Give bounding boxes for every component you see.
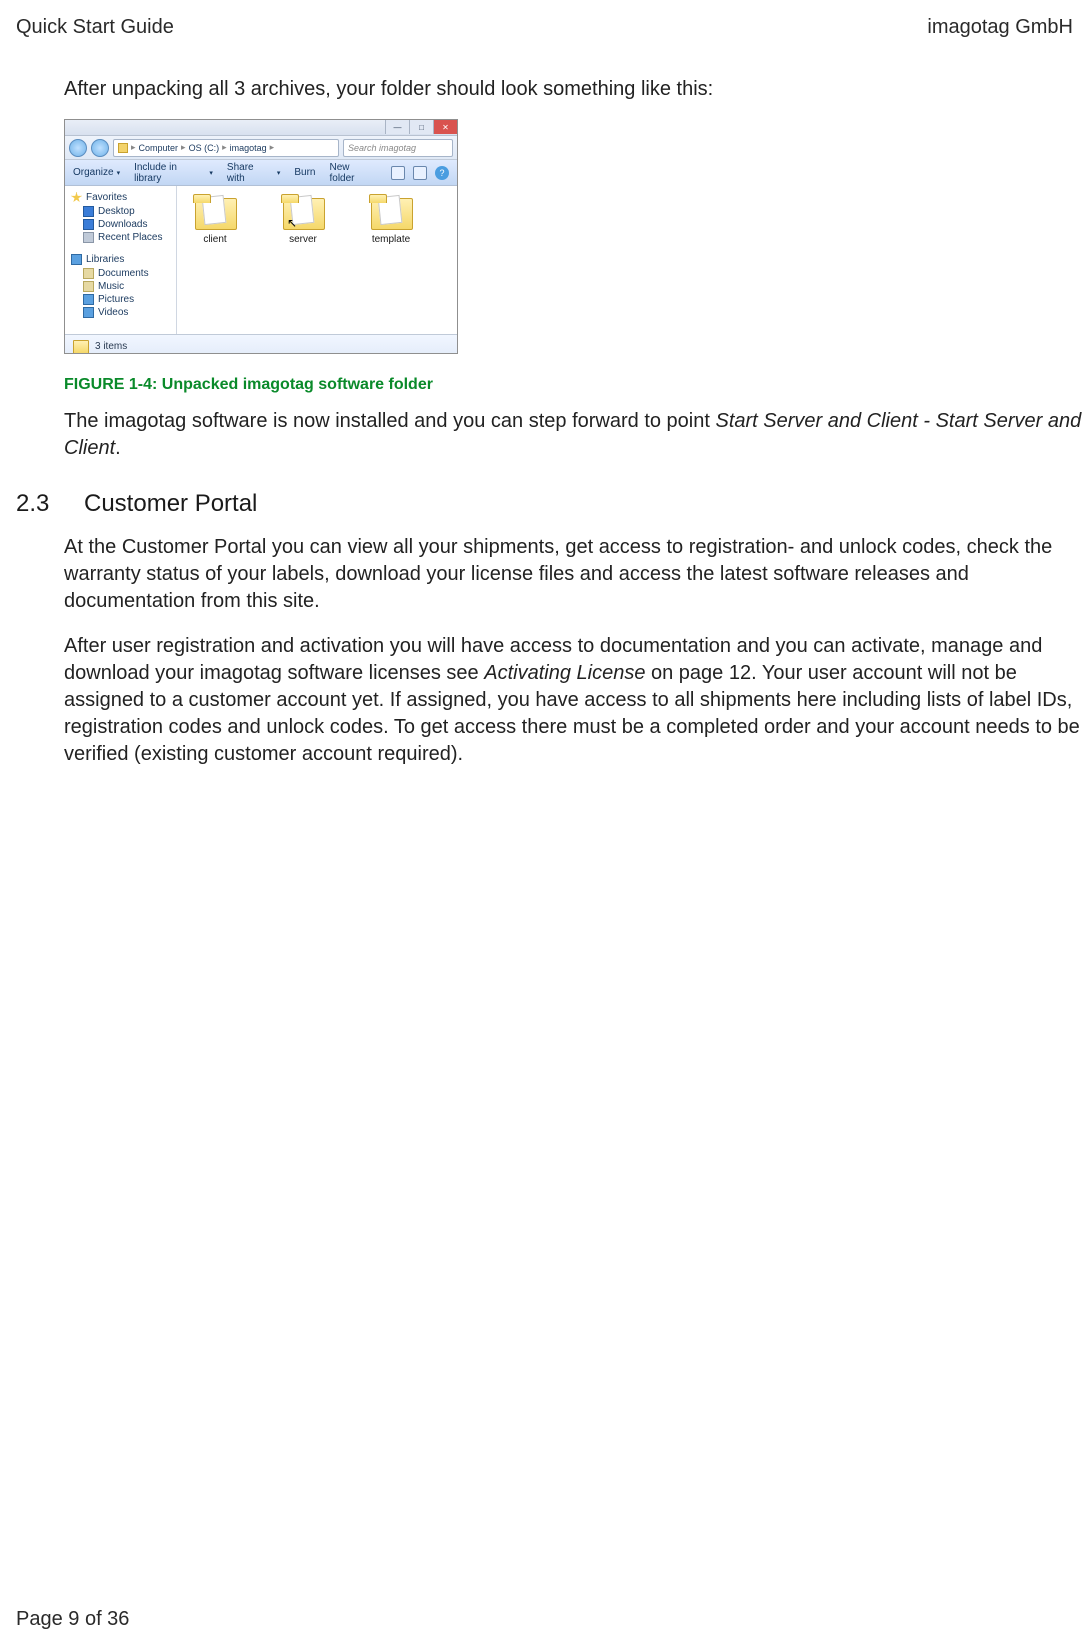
page-footer: Page 9 of 36 <box>16 1608 129 1631</box>
sidebar-music[interactable]: Music <box>65 280 176 293</box>
portal-paragraph-2: After user registration and activation y… <box>64 633 1089 768</box>
videos-icon <box>83 307 94 318</box>
toolbar-share-label: Share with <box>227 162 274 184</box>
view-options-icon[interactable] <box>391 166 405 180</box>
preview-pane-icon[interactable] <box>413 166 427 180</box>
folder-template-label: template <box>372 234 410 245</box>
cursor-icon: ↖ <box>287 216 297 230</box>
sidebar-libraries-header[interactable]: Libraries <box>65 252 176 267</box>
sidebar-recent-label: Recent Places <box>98 232 162 243</box>
figure-explorer-window: — □ ✕ ▸ Computer ▸ OS (C:) ▸ <box>64 119 458 354</box>
sidebar-videos-label: Videos <box>98 307 128 318</box>
breadcrumb-sep: ▸ <box>131 142 136 153</box>
portal-p2-ital: Activating License <box>484 662 645 684</box>
toolbar-include[interactable]: Include in library▾ <box>134 162 213 184</box>
search-input[interactable]: Search imagotag <box>343 139 453 157</box>
documents-icon <box>83 268 94 279</box>
address-bar[interactable]: ▸ Computer ▸ OS (C:) ▸ imagotag ▸ <box>113 139 339 157</box>
section-title: Customer Portal <box>84 490 257 518</box>
breadcrumb-osc[interactable]: OS (C:) <box>189 143 220 153</box>
status-folder-icon <box>73 340 89 354</box>
folder-icon <box>118 143 128 153</box>
sidebar-downloads[interactable]: Downloads <box>65 218 176 231</box>
paragraph-installed-a: The imagotag software is now installed a… <box>64 410 715 432</box>
caret-down-icon: ▾ <box>209 169 213 177</box>
nav-forward-button[interactable] <box>91 139 109 157</box>
sidebar-recent[interactable]: Recent Places <box>65 231 176 244</box>
file-pane[interactable]: client server template ↖ <box>177 186 457 334</box>
status-item-count: 3 items <box>95 341 127 352</box>
caret-down-icon: ▾ <box>277 169 281 177</box>
star-icon <box>71 192 82 203</box>
folder-template[interactable]: template <box>361 194 421 245</box>
figure-caption: FIGURE 1-4: Unpacked imagotag software f… <box>64 376 1089 394</box>
sidebar-favorites-header[interactable]: Favorites <box>65 190 176 205</box>
breadcrumb-sep: ▸ <box>181 142 186 153</box>
window-titlebar: — □ ✕ <box>65 120 457 136</box>
portal-paragraph-1: At the Customer Portal you can view all … <box>64 534 1089 615</box>
header-left: Quick Start Guide <box>16 16 174 39</box>
sidebar-music-label: Music <box>98 281 124 292</box>
toolbar-include-label: Include in library <box>134 162 206 184</box>
sidebar-downloads-label: Downloads <box>98 219 147 230</box>
folder-server-label: server <box>289 234 317 245</box>
window-minimize-button[interactable]: — <box>385 120 409 134</box>
sidebar-desktop-label: Desktop <box>98 206 135 217</box>
recent-icon <box>83 232 94 243</box>
folder-server[interactable]: server <box>273 194 333 245</box>
desktop-icon <box>83 206 94 217</box>
toolbar-newfolder[interactable]: New folder <box>329 162 377 184</box>
sidebar-videos[interactable]: Videos <box>65 306 176 319</box>
toolbar-organize[interactable]: Organize▾ <box>73 167 120 178</box>
sidebar-documents[interactable]: Documents <box>65 267 176 280</box>
sidebar-libraries-label: Libraries <box>86 254 124 265</box>
breadcrumb-sep: ▸ <box>222 142 227 153</box>
toolbar-share[interactable]: Share with▾ <box>227 162 280 184</box>
paragraph-installed-c: . <box>115 437 121 459</box>
paragraph-installed: The imagotag software is now installed a… <box>64 408 1089 462</box>
breadcrumb-imagotag[interactable]: imagotag <box>230 143 267 153</box>
sidebar-documents-label: Documents <box>98 268 149 279</box>
sidebar-favorites-label: Favorites <box>86 192 127 203</box>
section-number: 2.3 <box>16 490 64 518</box>
breadcrumb-sep: ▸ <box>270 142 275 153</box>
folder-client-label: client <box>203 234 226 245</box>
window-close-button[interactable]: ✕ <box>433 120 457 134</box>
folder-icon <box>193 194 237 230</box>
sidebar-desktop[interactable]: Desktop <box>65 205 176 218</box>
breadcrumb-computer[interactable]: Computer <box>139 143 179 153</box>
toolbar-organize-label: Organize <box>73 167 114 178</box>
caret-down-icon: ▾ <box>117 169 121 177</box>
libraries-icon <box>71 254 82 265</box>
help-icon[interactable]: ? <box>435 166 449 180</box>
sidebar-pictures-label: Pictures <box>98 294 134 305</box>
sidebar-pictures[interactable]: Pictures <box>65 293 176 306</box>
folder-client[interactable]: client <box>185 194 245 245</box>
nav-back-button[interactable] <box>69 139 87 157</box>
header-right: imagotag GmbH <box>927 16 1073 39</box>
toolbar-burn[interactable]: Burn <box>294 167 315 178</box>
folder-icon <box>369 194 413 230</box>
window-maximize-button[interactable]: □ <box>409 120 433 134</box>
pictures-icon <box>83 294 94 305</box>
downloads-icon <box>83 219 94 230</box>
intro-text: After unpacking all 3 archives, your fol… <box>64 76 1089 103</box>
explorer-sidebar: Favorites Desktop Downloads Recent Place… <box>65 186 177 334</box>
music-icon <box>83 281 94 292</box>
